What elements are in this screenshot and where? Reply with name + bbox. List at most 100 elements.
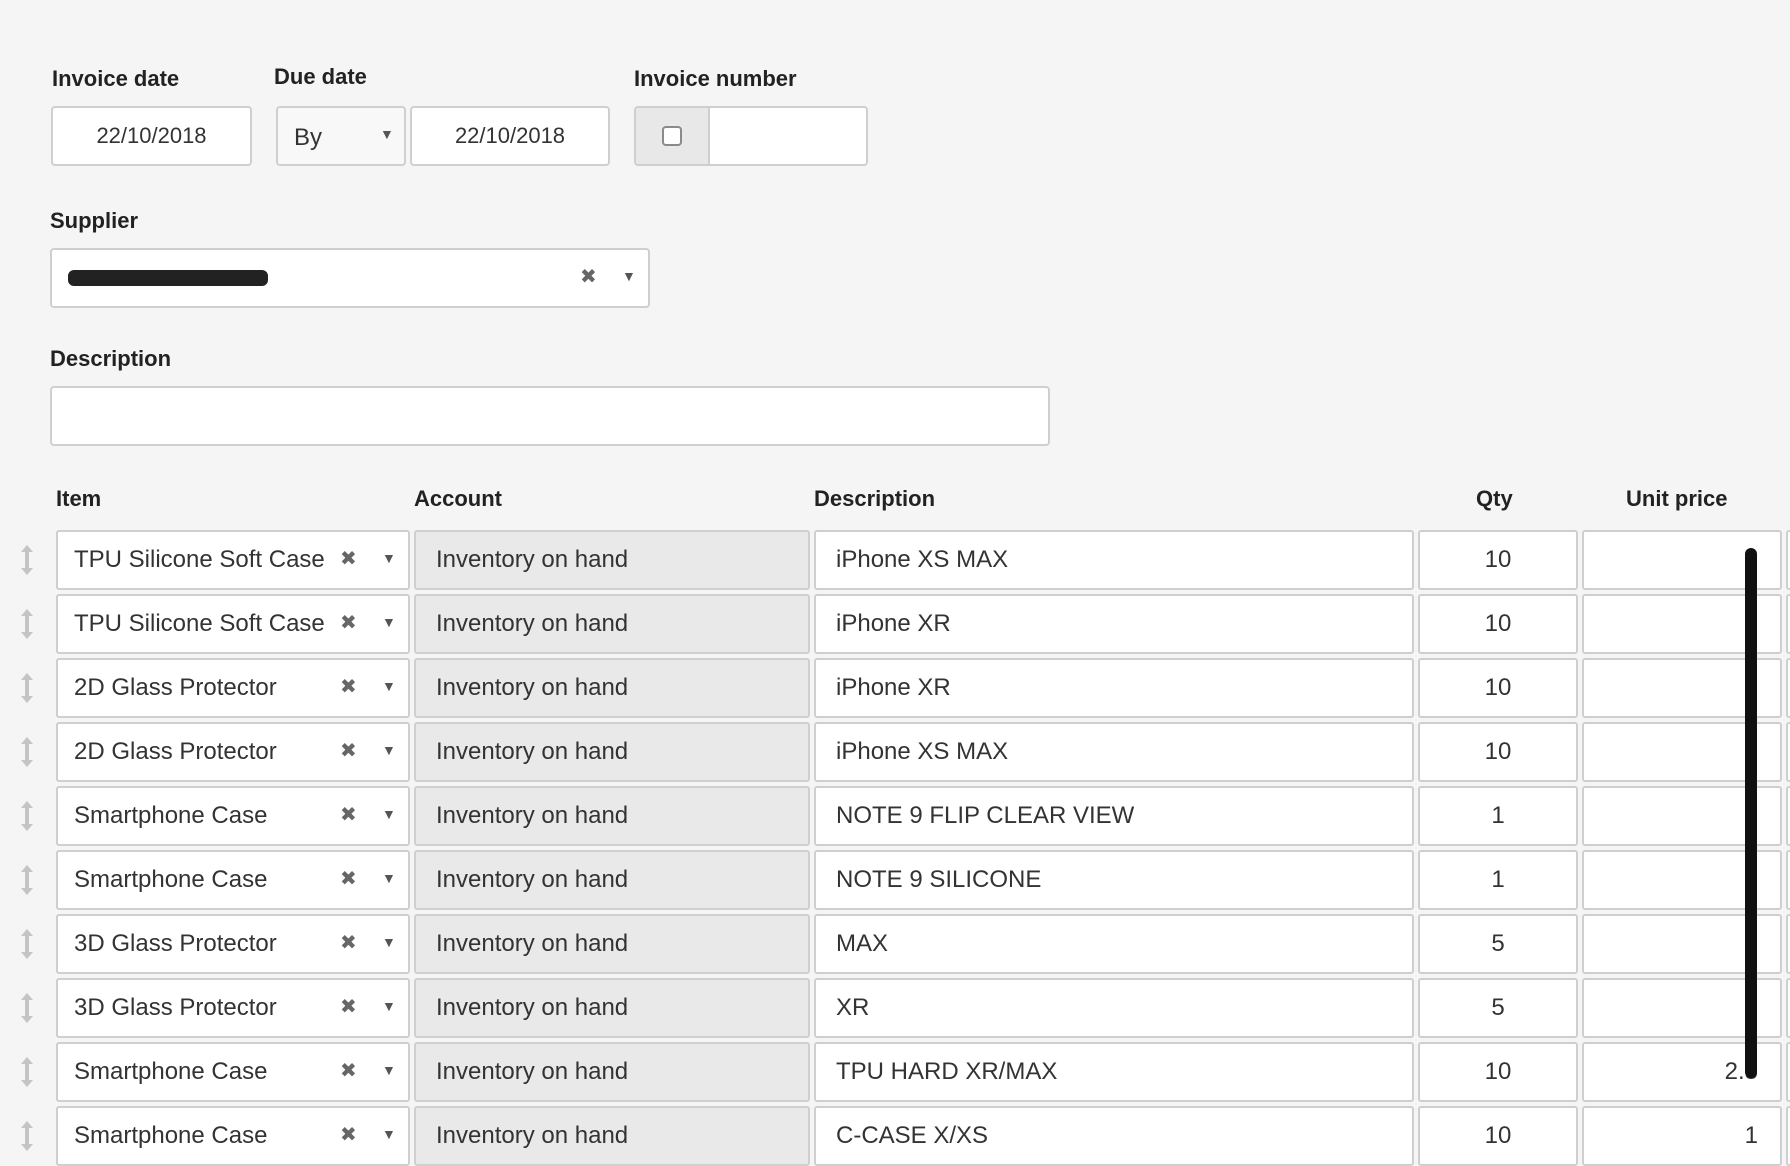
- chevron-down-icon[interactable]: ▼: [382, 614, 396, 630]
- item-select[interactable]: 3D Glass Protector ✖ ▼: [56, 914, 410, 974]
- chevron-down-icon[interactable]: ▼: [622, 268, 636, 284]
- item-value: 2D Glass Protector: [74, 738, 277, 765]
- item-select[interactable]: TPU Silicone Soft Case ✖ ▼: [56, 594, 410, 654]
- next-column-cell[interactable]: [1786, 850, 1790, 910]
- invoice-date-label: Invoice date: [52, 66, 180, 91]
- clear-icon[interactable]: ✖: [340, 546, 357, 571]
- clear-icon[interactable]: ✖: [340, 1122, 357, 1147]
- item-select[interactable]: Smartphone Case ✖ ▼: [56, 1106, 410, 1166]
- description-input[interactable]: [50, 386, 1050, 446]
- invoice-number-input[interactable]: [708, 106, 868, 166]
- line-description-input[interactable]: NOTE 9 SILICONE: [814, 850, 1414, 910]
- line-description-input[interactable]: C-CASE X/XS: [814, 1106, 1414, 1166]
- due-date-input[interactable]: 22/10/2018: [410, 106, 610, 166]
- unit-price-input[interactable]: 1: [1582, 1106, 1782, 1166]
- qty-input[interactable]: 5: [1418, 914, 1578, 974]
- account-field: Inventory on hand: [414, 914, 810, 974]
- next-column-cell[interactable]: [1786, 594, 1790, 654]
- item-select[interactable]: Smartphone Case ✖ ▼: [56, 786, 410, 846]
- account-value: Inventory on hand: [436, 610, 629, 637]
- clear-icon[interactable]: ✖: [340, 1058, 357, 1083]
- drag-handle-icon[interactable]: [16, 672, 38, 704]
- qty-input[interactable]: 10: [1418, 530, 1578, 590]
- item-select[interactable]: Smartphone Case ✖ ▼: [56, 850, 410, 910]
- clear-icon[interactable]: ✖: [340, 802, 357, 827]
- next-column-cell[interactable]: [1786, 658, 1790, 718]
- table-row: TPU Silicone Soft Case ✖ ▼ Inventory on han…: [0, 594, 1790, 654]
- chevron-down-icon[interactable]: ▼: [382, 998, 396, 1014]
- item-value: TPU Silicone Soft Case: [74, 610, 325, 637]
- line-description-input[interactable]: iPhone XS MAX: [814, 530, 1414, 590]
- chevron-down-icon[interactable]: ▼: [382, 934, 396, 950]
- qty-input[interactable]: 1: [1418, 850, 1578, 910]
- account-field: Inventory on hand: [414, 530, 810, 590]
- clear-icon[interactable]: ✖: [340, 674, 357, 699]
- next-column-cell[interactable]: [1786, 978, 1790, 1038]
- item-select[interactable]: TPU Silicone Soft Case ✖ ▼: [56, 530, 410, 590]
- invoice-number-auto-checkbox[interactable]: [662, 126, 682, 146]
- clear-icon[interactable]: ✖: [580, 264, 597, 289]
- account-field: Inventory on hand: [414, 1106, 810, 1166]
- drag-handle-icon[interactable]: [16, 992, 38, 1024]
- qty-input[interactable]: 10: [1418, 1106, 1578, 1166]
- chevron-down-icon[interactable]: ▼: [382, 550, 396, 566]
- chevron-down-icon[interactable]: ▼: [382, 1062, 396, 1078]
- qty-input[interactable]: 10: [1418, 722, 1578, 782]
- chevron-down-icon[interactable]: ▼: [382, 870, 396, 886]
- drag-handle-icon[interactable]: [16, 1056, 38, 1088]
- qty-input[interactable]: 1: [1418, 786, 1578, 846]
- table-row: TPU Silicone Soft Case ✖ ▼ Inventory on han…: [0, 530, 1790, 590]
- drag-handle-icon[interactable]: [16, 544, 38, 576]
- drag-handle-icon[interactable]: [16, 1120, 38, 1152]
- invoice-number-auto-addon: [634, 106, 710, 166]
- next-column-cell[interactable]: [1786, 786, 1790, 846]
- due-date-label: Due date: [274, 64, 367, 89]
- drag-handle-icon[interactable]: [16, 608, 38, 640]
- next-column-cell[interactable]: [1786, 722, 1790, 782]
- drag-handle-icon[interactable]: [16, 800, 38, 832]
- chevron-down-icon[interactable]: ▼: [382, 1126, 396, 1142]
- invoice-date-input[interactable]: 22/10/2018: [51, 106, 252, 166]
- clear-icon[interactable]: ✖: [340, 610, 357, 635]
- line-description-input[interactable]: iPhone XR: [814, 594, 1414, 654]
- next-column-cell[interactable]: [1786, 530, 1790, 590]
- line-description-value: iPhone XR: [836, 610, 951, 637]
- line-description-input[interactable]: NOTE 9 FLIP CLEAR VIEW: [814, 786, 1414, 846]
- line-description-input[interactable]: TPU HARD XR/MAX: [814, 1042, 1414, 1102]
- col-header-qty: Qty: [1476, 486, 1513, 511]
- item-select[interactable]: 3D Glass Protector ✖ ▼: [56, 978, 410, 1038]
- due-date-mode-select[interactable]: By ▼: [276, 106, 406, 166]
- next-column-cell[interactable]: [1786, 1106, 1790, 1166]
- line-description-input[interactable]: XR: [814, 978, 1414, 1038]
- line-description-input[interactable]: MAX: [814, 914, 1414, 974]
- line-description-value: iPhone XS MAX: [836, 738, 1009, 765]
- item-select[interactable]: Smartphone Case ✖ ▼: [56, 1042, 410, 1102]
- next-column-cell[interactable]: [1786, 914, 1790, 974]
- clear-icon[interactable]: ✖: [340, 994, 357, 1019]
- qty-input[interactable]: 5: [1418, 978, 1578, 1038]
- account-value: Inventory on hand: [436, 994, 629, 1021]
- item-value: Smartphone Case: [74, 1058, 268, 1085]
- qty-input[interactable]: 10: [1418, 658, 1578, 718]
- account-field: Inventory on hand: [414, 978, 810, 1038]
- line-description-input[interactable]: iPhone XS MAX: [814, 722, 1414, 782]
- clear-icon[interactable]: ✖: [340, 866, 357, 891]
- qty-input[interactable]: 10: [1418, 1042, 1578, 1102]
- next-column-cell[interactable]: [1786, 1042, 1790, 1102]
- qty-input[interactable]: 10: [1418, 594, 1578, 654]
- drag-handle-icon[interactable]: [16, 928, 38, 960]
- clear-icon[interactable]: ✖: [340, 930, 357, 955]
- unit-price-value: 1: [1744, 1122, 1758, 1149]
- line-description-input[interactable]: iPhone XR: [814, 658, 1414, 718]
- drag-handle-icon[interactable]: [16, 864, 38, 896]
- chevron-down-icon[interactable]: ▼: [382, 678, 396, 694]
- chevron-down-icon[interactable]: ▼: [382, 806, 396, 822]
- chevron-down-icon[interactable]: ▼: [382, 742, 396, 758]
- item-select[interactable]: 2D Glass Protector ✖ ▼: [56, 722, 410, 782]
- account-field: Inventory on hand: [414, 722, 810, 782]
- clear-icon[interactable]: ✖: [340, 738, 357, 763]
- line-description-value: NOTE 9 SILICONE: [836, 866, 1042, 893]
- supplier-label: Supplier: [50, 208, 139, 233]
- drag-handle-icon[interactable]: [16, 736, 38, 768]
- item-select[interactable]: 2D Glass Protector ✖ ▼: [56, 658, 410, 718]
